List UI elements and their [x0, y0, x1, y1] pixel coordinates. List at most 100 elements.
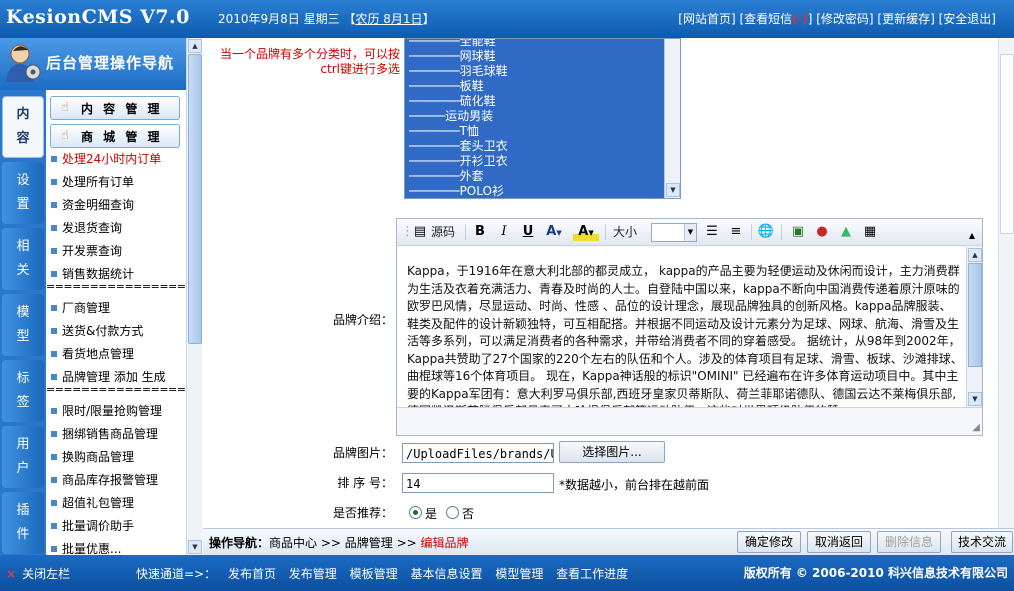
- category-option[interactable]: ───────硫化鞋: [409, 94, 508, 109]
- update-cache-link[interactable]: [更新缓存]: [877, 12, 934, 26]
- breadcrumb-item-shop-center[interactable]: 商品中心: [269, 536, 317, 550]
- quick-link-template-manage[interactable]: 模板管理: [350, 567, 398, 581]
- menu-item[interactable]: 换购商品管理: [50, 448, 184, 466]
- scroll-thumb[interactable]: [1000, 54, 1014, 234]
- ordered-list-icon[interactable]: ☰: [703, 223, 721, 241]
- recommend-label: 是否推荐：: [332, 506, 393, 520]
- vtab-0[interactable]: 内容▶: [2, 96, 51, 158]
- site-home-link[interactable]: [网站首页]: [678, 12, 735, 26]
- main-form: 当一个品牌有多个分类时，可以按ctrl键进行多选 ───────全能鞋 ─────…: [203, 38, 998, 528]
- category-option[interactable]: ─────运动男装: [409, 109, 508, 124]
- recommend-yes-label[interactable]: 是: [425, 505, 437, 522]
- vtab-4[interactable]: 标签: [2, 360, 44, 422]
- menu-item[interactable]: 批量调价助手: [50, 517, 184, 535]
- cancel-return-button[interactable]: 取消返回: [807, 531, 871, 553]
- category-option[interactable]: ───────开衫卫衣: [409, 154, 508, 169]
- recommend-no-label[interactable]: 否: [462, 505, 474, 522]
- quick-link-work-progress[interactable]: 查看工作进度: [556, 567, 628, 581]
- editor-body[interactable]: Kappa，于1916年在意大利北部的都灵成立， kappa的产品主要为轻便运动…: [397, 247, 982, 407]
- media-icon[interactable]: ▲: [837, 223, 855, 241]
- category-multiselect[interactable]: ───────全能鞋 ───────网球鞋 ───────羽毛球鞋 ───────板鞋…: [404, 38, 681, 199]
- quick-link-basic-settings[interactable]: 基本信息设置: [410, 567, 482, 581]
- category-option[interactable]: ───────外套: [409, 169, 508, 184]
- left-scrollbar[interactable]: ▲ ▼: [186, 38, 202, 555]
- category-scrollbar[interactable]: ▼: [664, 39, 680, 198]
- vtab-5[interactable]: 用户: [2, 426, 44, 488]
- category-option[interactable]: ───────羽毛球鞋: [409, 64, 508, 79]
- menu-item[interactable]: 限时/限量抢购管理: [50, 402, 184, 420]
- scroll-thumb[interactable]: [968, 263, 982, 367]
- menu-item[interactable]: 超值礼包管理: [50, 494, 184, 512]
- source-button[interactable]: 源码: [431, 223, 455, 242]
- quick-link-publish-home[interactable]: 发布首页: [228, 567, 276, 581]
- main-scrollbar[interactable]: [998, 38, 1014, 528]
- brand-image-input[interactable]: /UploadFiles/brands/U: [402, 443, 554, 463]
- scroll-thumb[interactable]: [188, 54, 202, 344]
- quick-link-model-manage[interactable]: 模型管理: [495, 567, 543, 581]
- menu-item[interactable]: 发退货查询: [50, 219, 184, 237]
- quick-link-publish-manage[interactable]: 发布管理: [289, 567, 337, 581]
- tech-exchange-button[interactable]: 技术交流: [951, 531, 1013, 553]
- menu-item[interactable]: 批量优惠...: [50, 540, 184, 555]
- vtab-1[interactable]: 设置: [2, 162, 44, 224]
- order-number-input[interactable]: 14: [402, 473, 554, 493]
- confirm-edit-button[interactable]: 确定修改: [737, 531, 801, 553]
- scroll-down-arrow-icon[interactable]: ▼: [968, 392, 982, 406]
- choose-image-button[interactable]: 选择图片...: [559, 441, 665, 463]
- scroll-up-arrow-icon[interactable]: ▲: [188, 39, 202, 53]
- bold-icon[interactable]: B: [471, 223, 489, 241]
- lunar-date-link[interactable]: 农历 8月1日: [355, 12, 422, 26]
- logout-link[interactable]: [安全退出]: [939, 12, 996, 26]
- menu-item[interactable]: 处理所有订单: [50, 173, 184, 191]
- vtab-label: 置: [16, 197, 30, 212]
- source-doc-icon[interactable]: ▤: [411, 223, 429, 241]
- underline-icon[interactable]: U: [519, 223, 537, 241]
- shop-manage-button[interactable]: ☝ 商 城 管 理: [50, 124, 180, 148]
- font-color-icon[interactable]: A▼: [541, 223, 567, 241]
- recommend-yes-radio[interactable]: [409, 506, 422, 519]
- chevron-down-icon[interactable]: ▼: [684, 224, 696, 241]
- menu-item[interactable]: 处理24小时内订单: [50, 150, 184, 168]
- menu-item[interactable]: 送货&付款方式: [50, 322, 184, 340]
- recommend-no-radio[interactable]: [446, 506, 459, 519]
- scroll-up-arrow-icon[interactable]: ▲: [968, 248, 982, 262]
- italic-icon[interactable]: I: [495, 223, 513, 241]
- menu-item[interactable]: 捆绑销售商品管理: [50, 425, 184, 443]
- menu-item[interactable]: 开发票查询: [50, 242, 184, 260]
- link-icon[interactable]: 🌐: [757, 223, 775, 241]
- vtab-2[interactable]: 相关: [2, 228, 44, 290]
- menu-item[interactable]: 厂商管理: [50, 299, 184, 317]
- view-messages-link[interactable]: [查看短信(·)]: [739, 12, 812, 26]
- category-option[interactable]: ───────板鞋: [409, 79, 508, 94]
- scroll-down-arrow-icon[interactable]: ▼: [188, 540, 202, 554]
- category-options[interactable]: ───────全能鞋 ───────网球鞋 ───────羽毛球鞋 ───────板鞋…: [409, 39, 508, 198]
- category-option[interactable]: ───────网球鞋: [409, 49, 508, 64]
- breadcrumb-item-brand-manage[interactable]: 品牌管理: [345, 536, 393, 550]
- vtab-3[interactable]: 模型: [2, 294, 44, 356]
- menu-item[interactable]: 商品库存报警管理: [50, 471, 184, 489]
- toolbar-collapse-icon[interactable]: ▲: [963, 227, 981, 245]
- category-option[interactable]: ───────POLO衫: [409, 184, 508, 198]
- brand-intro-text[interactable]: Kappa，于1916年在意大利北部的都灵成立， kappa的产品主要为轻便运动…: [407, 263, 963, 407]
- scroll-down-arrow-icon[interactable]: ▼: [666, 183, 680, 197]
- unordered-list-icon[interactable]: ≡: [727, 223, 745, 241]
- category-option[interactable]: ───────全能鞋: [409, 39, 508, 49]
- vtab-6[interactable]: 插件: [2, 492, 44, 554]
- editor-scrollbar[interactable]: ▲ ▼: [966, 247, 982, 407]
- resize-grip-icon[interactable]: ◢: [972, 422, 980, 433]
- delete-info-button[interactable]: 删除信息: [877, 531, 941, 553]
- change-password-link[interactable]: [修改密码]: [816, 12, 873, 26]
- content-manage-button[interactable]: ☝ 内 容 管 理: [50, 96, 180, 120]
- table-icon[interactable]: ▦: [861, 223, 879, 241]
- flash-icon[interactable]: ●: [813, 223, 831, 241]
- breadcrumb-separator: >>: [392, 536, 421, 550]
- highlight-color-icon[interactable]: A▼: [573, 223, 599, 241]
- close-left-panel-button[interactable]: × 关闭左栏: [6, 565, 70, 582]
- date-text: 2010年9月8日 星期三: [218, 12, 340, 26]
- category-option[interactable]: ───────T恤: [409, 124, 508, 139]
- image-icon[interactable]: ▣: [789, 223, 807, 241]
- category-option[interactable]: ───────套头卫衣: [409, 139, 508, 154]
- font-size-select[interactable]: ▼: [651, 223, 697, 242]
- menu-item[interactable]: 看货地点管理: [50, 345, 184, 363]
- menu-item[interactable]: 资金明细查询: [50, 196, 184, 214]
